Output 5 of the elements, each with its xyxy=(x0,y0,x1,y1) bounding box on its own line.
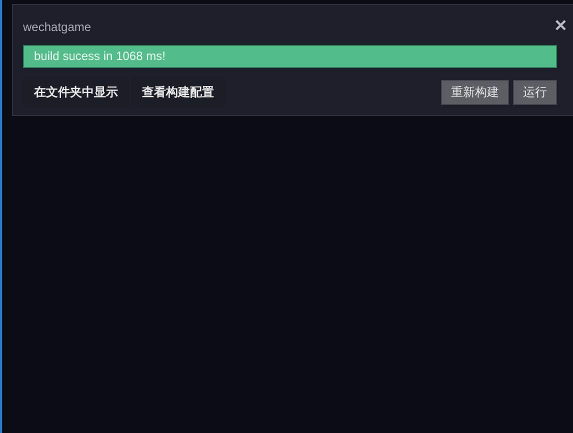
dialog-title: wechatgame xyxy=(23,20,92,34)
action-button[interactable]: 运行 xyxy=(513,80,557,105)
progress-message: build sucess in 1068 ms! xyxy=(33,49,166,63)
close-button[interactable]: ✕ xyxy=(554,19,567,35)
action-button[interactable]: 重新构建 xyxy=(441,80,509,105)
